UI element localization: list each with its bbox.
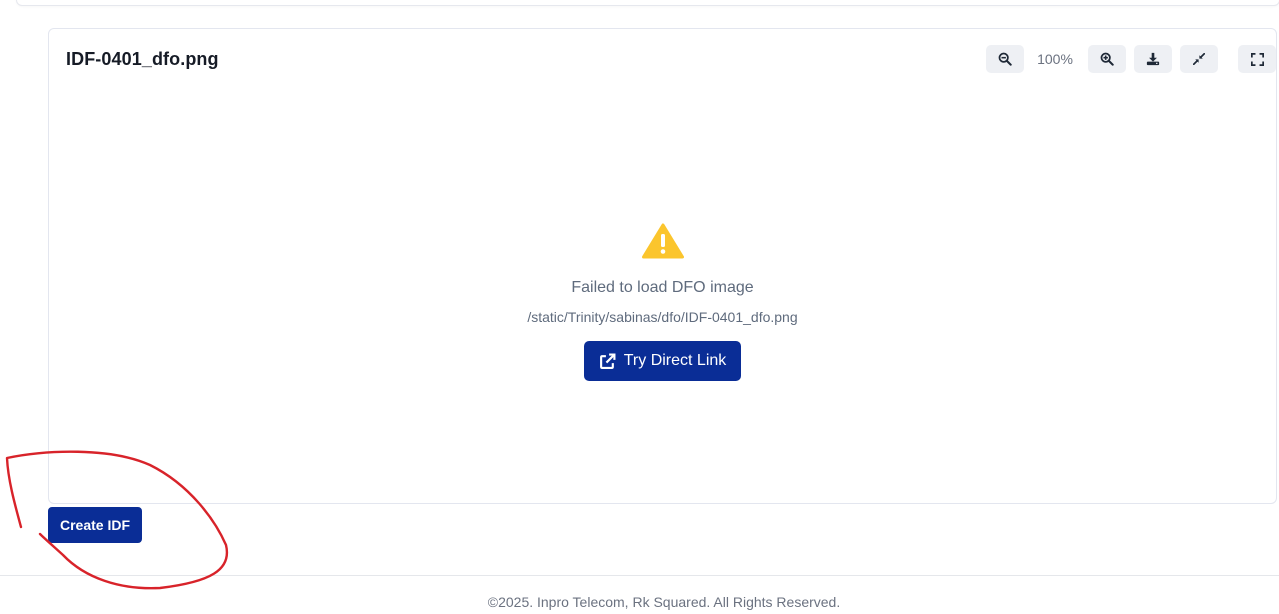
external-link-icon <box>599 353 616 369</box>
image-error-state: Failed to load DFO image /static/Trinity… <box>49 223 1276 381</box>
try-direct-link-button[interactable]: Try Direct Link <box>583 341 742 381</box>
viewer-file-name: IDF-0401_dfo.png <box>66 49 219 69</box>
try-direct-link-label: Try Direct Link <box>623 352 727 369</box>
download-icon <box>1146 52 1160 66</box>
compress-icon <box>1193 53 1205 65</box>
footer-copyright: ©2025. Inpro Telecom, Rk Squared. All Ri… <box>487 594 841 610</box>
zoom-out-icon <box>998 52 1012 66</box>
create-idf-button[interactable]: Create IDF <box>48 507 142 543</box>
zoom-out-button[interactable] <box>986 45 1024 73</box>
download-button[interactable] <box>1134 45 1172 73</box>
zoom-in-button[interactable] <box>1088 45 1126 73</box>
fullscreen-button[interactable] <box>1238 45 1276 73</box>
zoom-level: 100% <box>1037 51 1073 67</box>
previous-card-edge <box>16 0 1279 6</box>
zoom-in-icon <box>1100 52 1114 66</box>
dfo-viewer-card: IDF-0401_dfo.png 100% Failed to load DFO… <box>48 28 1277 504</box>
fullscreen-icon <box>1250 52 1264 66</box>
compress-button[interactable] <box>1180 45 1218 73</box>
error-message: Failed to load DFO image <box>571 279 754 296</box>
warning-icon <box>641 223 684 259</box>
error-file-path: /static/Trinity/sabinas/dfo/IDF-0401_dfo… <box>527 309 798 325</box>
footer-divider <box>0 575 1279 576</box>
